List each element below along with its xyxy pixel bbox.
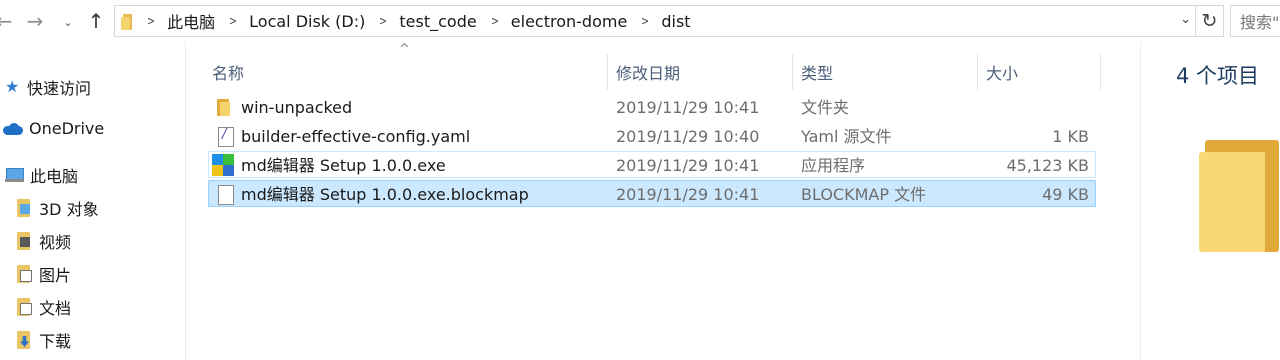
sidebar-item-label: 快速访问 (27, 79, 92, 98)
sidebar-item-label: 图片 (39, 266, 72, 285)
item-count: 4 个项目 (1176, 64, 1260, 88)
table-row[interactable]: win-unpacked 2019/11/29 10:41 文件夹 (208, 93, 1096, 120)
chevron-down-icon: ⌄ (63, 15, 73, 29)
breadcrumb-test-code[interactable]: test_code (399, 12, 476, 31)
search-input[interactable]: 搜索"dist" (1230, 5, 1280, 37)
folder-icon (121, 13, 133, 30)
arrow-left-icon: ← (0, 9, 13, 33)
file-name: md编辑器 Setup 1.0.0.exe.blockmap (241, 185, 529, 204)
cloud-icon (3, 122, 23, 135)
file-type: 文件夹 (801, 98, 850, 117)
column-header-label: 大小 (986, 64, 1019, 83)
chevron-right-icon[interactable]: > (641, 14, 649, 28)
exe-icon (212, 154, 234, 176)
computer-icon (5, 168, 24, 182)
documents-icon (17, 298, 33, 316)
column-divider[interactable] (1100, 54, 1101, 90)
file-size: 49 KB (1042, 185, 1089, 204)
table-row[interactable]: builder-effective-config.yaml 2019/11/29… (208, 122, 1096, 149)
file-name: builder-effective-config.yaml (241, 127, 471, 146)
chevron-right-icon[interactable]: > (491, 14, 499, 28)
back-button[interactable]: ← (0, 9, 14, 33)
refresh-icon: ↻ (1201, 10, 1218, 32)
sidebar-item-documents[interactable]: 文档 (17, 295, 71, 319)
file-size: 1 KB (1052, 127, 1089, 146)
downloads-icon (17, 331, 33, 349)
column-header-type[interactable]: 类型 (793, 54, 978, 90)
column-header-label: 名称 (212, 64, 245, 83)
file-size: 45,123 KB (1006, 156, 1089, 175)
sidebar-item-pictures[interactable]: 图片 (17, 262, 71, 286)
sidebar-item-this-pc[interactable]: 此电脑 (5, 163, 78, 187)
address-toolbar: ← → ⌄ ↑ > 此电脑 > Local Disk (D:) > test_c… (0, 0, 1280, 42)
file-list: ^ 名称 修改日期 类型 大小 win-unpacked 2019/11/29 … (187, 42, 1139, 360)
breadcrumb-electron-dome[interactable]: electron-dome (511, 12, 628, 31)
folder-icon (215, 97, 235, 117)
file-date: 2019/11/29 10:40 (616, 127, 760, 146)
file-date: 2019/11/29 10:41 (616, 185, 760, 204)
sidebar-item-label: 此电脑 (30, 167, 79, 186)
sidebar-item-onedrive[interactable]: OneDrive (3, 119, 104, 138)
file-date: 2019/11/29 10:41 (616, 98, 760, 117)
breadcrumb-this-pc[interactable]: 此电脑 (167, 9, 215, 33)
file-type: Yaml 源文件 (801, 127, 892, 146)
chevron-down-icon: ⌄ (1180, 12, 1191, 27)
sidebar-item-quick-access[interactable]: ★ 快速访问 (5, 75, 91, 99)
sidebar-item-3d-objects[interactable]: 3D 对象 (17, 196, 99, 220)
table-row[interactable]: md编辑器 Setup 1.0.0.exe.blockmap 2019/11/2… (208, 180, 1096, 207)
sidebar-item-downloads[interactable]: 下载 (17, 328, 71, 352)
sidebar-item-label: OneDrive (29, 119, 105, 138)
folder-preview-icon (1199, 140, 1280, 252)
file-type: 应用程序 (801, 156, 866, 175)
pictures-icon (17, 265, 33, 283)
arrow-up-icon: ↑ (87, 9, 105, 33)
search-placeholder: 搜索"dist" (1240, 13, 1280, 32)
column-header-label: 类型 (801, 64, 834, 83)
video-icon (17, 232, 33, 250)
sidebar-item-label: 下载 (39, 332, 72, 351)
yaml-file-icon (215, 126, 235, 147)
star-icon: ★ (5, 77, 20, 96)
3d-objects-icon (17, 199, 33, 217)
table-row[interactable]: md编辑器 Setup 1.0.0.exe 2019/11/29 10:41 应… (208, 151, 1096, 178)
file-name: win-unpacked (241, 98, 353, 117)
navigation-pane: ★ 快速访问 OneDrive 此电脑 3D 对象 视频 图片 文档 下载 (0, 42, 186, 360)
file-type: BLOCKMAP 文件 (801, 185, 927, 204)
column-header-name[interactable]: 名称 (204, 54, 607, 90)
address-bar[interactable]: > 此电脑 > Local Disk (D:) > test_code > el… (114, 5, 1196, 37)
sidebar-item-videos[interactable]: 视频 (17, 229, 71, 253)
file-date: 2019/11/29 10:41 (616, 156, 760, 175)
breadcrumb-dist[interactable]: dist (661, 12, 690, 31)
chevron-right-icon[interactable]: > (379, 14, 387, 28)
column-header-size[interactable]: 大小 (978, 54, 1101, 90)
chevron-right-icon[interactable]: > (229, 14, 237, 28)
up-button[interactable]: ↑ (85, 9, 107, 33)
column-header-date[interactable]: 修改日期 (608, 54, 793, 90)
blank-file-icon (215, 184, 235, 205)
address-history-button[interactable]: ⌄ (1180, 12, 1191, 27)
details-pane: 4 个项目 (1140, 42, 1280, 360)
sidebar-item-label: 视频 (39, 233, 72, 252)
file-name: md编辑器 Setup 1.0.0.exe (241, 156, 446, 175)
recent-locations-button[interactable]: ⌄ (60, 10, 76, 34)
forward-button[interactable]: → (24, 9, 46, 33)
chevron-right-icon[interactable]: > (147, 14, 155, 28)
column-header-label: 修改日期 (616, 64, 681, 83)
sidebar-item-label: 3D 对象 (39, 200, 99, 219)
sidebar-item-label: 文档 (39, 299, 72, 318)
breadcrumb-local-disk[interactable]: Local Disk (D:) (249, 12, 365, 31)
refresh-button[interactable]: ↻ (1196, 5, 1224, 37)
arrow-right-icon: → (26, 9, 44, 33)
